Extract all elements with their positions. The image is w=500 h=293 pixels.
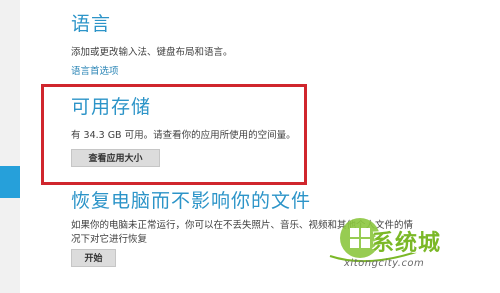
watermark-url: xitongcity.com xyxy=(344,258,425,269)
language-section-description: 添加或更改输入法、键盘布局和语言。 xyxy=(71,47,233,58)
start-refresh-button[interactable]: 开始 xyxy=(71,249,116,267)
left-panel-strip xyxy=(0,0,20,293)
refresh-section-description-line2: 况下对它进行恢复 xyxy=(71,234,148,245)
refresh-section-title: 恢复电脑而不影响你的文件 xyxy=(71,190,312,212)
language-section-title: 语言 xyxy=(71,13,112,35)
highlight-box xyxy=(41,84,307,185)
left-panel-selection-indicator[interactable] xyxy=(0,166,20,198)
watermark-brand: 系统城 xyxy=(372,231,442,256)
language-preferences-link[interactable]: 语言首选项 xyxy=(71,63,119,77)
